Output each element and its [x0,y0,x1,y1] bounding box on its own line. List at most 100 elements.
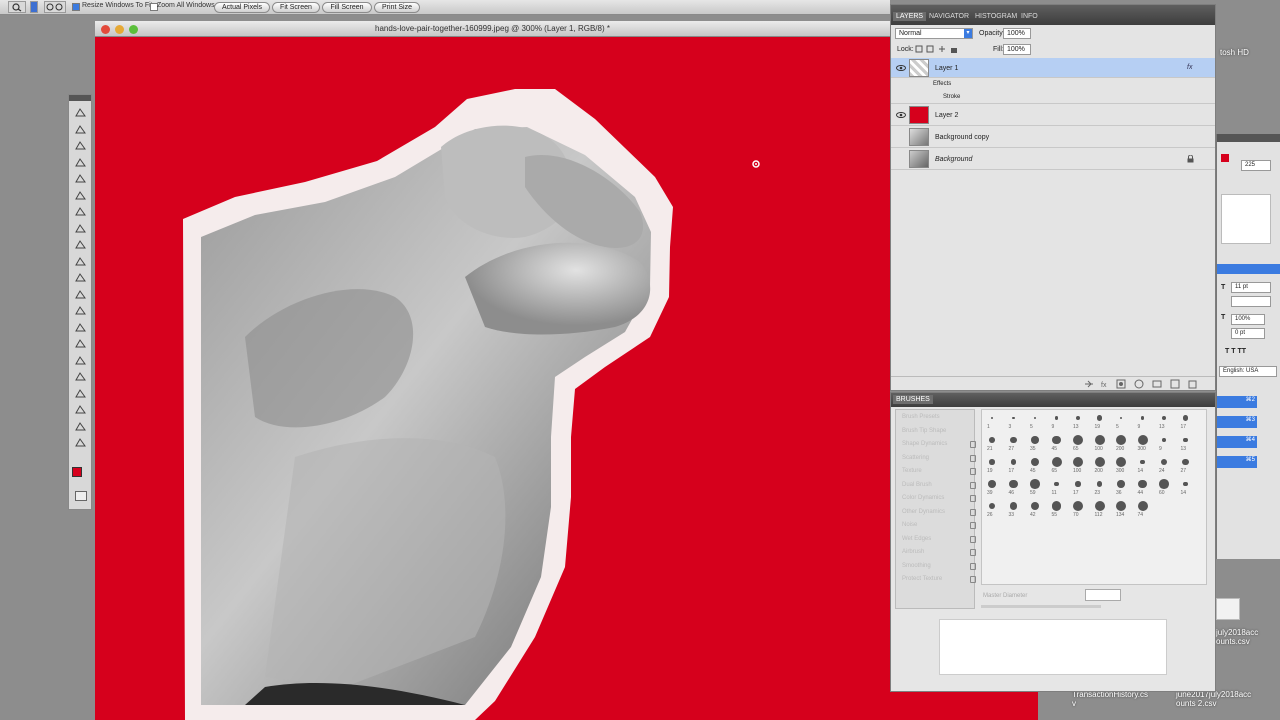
path-select-icon[interactable] [74,355,87,366]
pen-icon[interactable] [74,322,87,333]
type-icon[interactable] [74,338,87,349]
brush-preset[interactable] [1140,459,1145,465]
tools-grip[interactable] [69,95,91,101]
scale-field[interactable]: 100% [1231,314,1265,325]
file-icon[interactable] [1216,598,1240,620]
tab-info[interactable]: INFO [1021,13,1038,20]
layer-name[interactable]: Background [935,156,972,163]
layer-row-background[interactable]: Background [891,149,1215,170]
brush-preset[interactable] [1138,479,1147,489]
brush-option[interactable]: Airbrush [902,549,976,556]
brush-preset[interactable] [1140,416,1145,420]
brush-preset[interactable] [1183,481,1188,487]
disk-label[interactable]: tosh HD [1220,48,1249,57]
brush-preset[interactable] [988,480,996,488]
brush-preset[interactable] [1161,415,1167,421]
quick-mask-icon[interactable] [75,491,87,501]
brush-preset[interactable] [1009,479,1018,489]
brush-preset[interactable] [989,459,995,465]
3d-orbit-icon[interactable] [74,404,87,415]
brush-option[interactable]: Smoothing [902,562,976,570]
gradient-icon[interactable] [74,272,87,283]
action-shortcut[interactable]: ⌘3 [1217,416,1257,428]
zoom-icon[interactable] [74,437,87,448]
layer-stroke-row[interactable]: Stroke [891,92,1215,104]
tab-navigator[interactable]: NAVIGATOR [929,13,969,20]
eraser-icon[interactable] [74,256,87,267]
zoom-mode-buttons[interactable] [44,1,66,13]
brush-option[interactable]: Scattering [902,454,976,462]
dock-value-field[interactable]: 225 [1241,160,1271,171]
color-swatch[interactable] [1221,154,1229,162]
dodge-icon[interactable] [74,305,87,316]
brush-preset[interactable] [1033,416,1037,420]
brush-preset[interactable] [1116,457,1126,467]
baseline-shift-field[interactable]: 0 pt [1231,328,1265,339]
tab-layers[interactable]: LAYERS [893,12,927,21]
action-shortcut[interactable]: ⌘5 [1217,456,1257,468]
brush-option[interactable]: Noise [902,522,976,529]
brush-preset[interactable] [1030,457,1040,467]
brush-option[interactable]: Wet Edges [902,535,976,543]
brush-preset[interactable] [989,437,995,443]
brush-preset[interactable] [1094,457,1105,467]
desktop-file-june2017[interactable]: june2017july2018acc ounts 2.csv [1176,690,1251,708]
brush-preset[interactable] [1183,437,1188,443]
brush-preset[interactable] [1030,479,1040,489]
brush-preset[interactable] [1096,481,1103,487]
brush-preset[interactable] [1010,436,1017,444]
brush-option[interactable]: Texture [902,468,976,475]
brush-preset[interactable] [1094,501,1105,511]
visibility-eye-icon[interactable] [896,64,906,72]
brush-preset[interactable] [1051,501,1062,511]
brush-preset[interactable] [1073,501,1083,511]
brush-preset[interactable] [1182,415,1189,421]
character-panel-header[interactable] [1217,264,1280,274]
marquee-icon[interactable] [74,124,87,135]
font-size-field[interactable]: 11 pt [1231,282,1271,293]
brush-preset[interactable] [1160,458,1168,466]
image-canvas[interactable] [95,37,890,720]
lock-buttons[interactable] [915,45,959,54]
brush-preset[interactable] [1054,481,1059,487]
resize-windows-checkbox[interactable] [72,3,80,11]
zoom-tool-preset[interactable] [8,1,26,13]
3d-rotate-icon[interactable] [74,388,87,399]
brush-preset[interactable] [1137,501,1148,511]
layer-name[interactable]: Layer 2 [935,112,958,119]
brush-preset[interactable] [1116,435,1126,445]
brush-preset[interactable] [1031,436,1039,444]
brush-preset[interactable] [1030,501,1040,511]
brush-preset[interactable] [1073,435,1083,445]
brush-preset[interactable] [1159,479,1169,489]
brush-preset[interactable] [991,417,993,419]
brush-preset[interactable] [1075,415,1081,421]
brush-option[interactable]: Shape Dynamics [902,441,976,448]
tab-brushes[interactable]: BRUSHES [893,395,933,404]
brush-option[interactable]: Brush Presets [902,414,974,420]
action-shortcut[interactable]: ⌘4 [1217,436,1257,448]
brush-option[interactable]: Dual Brush [902,481,976,489]
actual-pixels-button[interactable]: Actual Pixels [214,2,270,13]
visibility-eye-icon[interactable] [896,111,906,119]
brush-preset[interactable] [1119,416,1123,420]
layer-row-background-copy[interactable]: Background copy [891,127,1215,148]
desktop-file-transactionhistory[interactable]: TransactionHistory.cs v [1072,690,1148,708]
brush-preset[interactable] [1096,415,1103,421]
type-style-icons[interactable]: T T TT [1225,348,1246,355]
fill-field[interactable]: 100% [1003,44,1031,55]
zoom-in-button[interactable] [30,1,38,13]
crop-icon[interactable] [74,157,87,168]
healing-icon[interactable] [74,190,87,201]
language-select[interactable]: English: USA [1219,366,1277,377]
brush-preset[interactable] [1054,416,1059,420]
desktop-file-july2018[interactable]: july2018acc ounts.csv [1216,628,1258,646]
layer-row-layer2[interactable]: Layer 2 [891,105,1215,126]
brush-option[interactable]: Protect Texture [902,576,976,583]
action-shortcut[interactable]: ⌘2 [1217,396,1257,408]
brush-preset[interactable] [1010,459,1017,465]
fit-screen-button[interactable]: Fit Screen [272,2,320,13]
brush-option[interactable]: Brush Tip Shape [902,428,974,434]
layer-effects-row[interactable]: Effects [891,79,1215,91]
eyedropper-icon[interactable] [74,173,87,184]
